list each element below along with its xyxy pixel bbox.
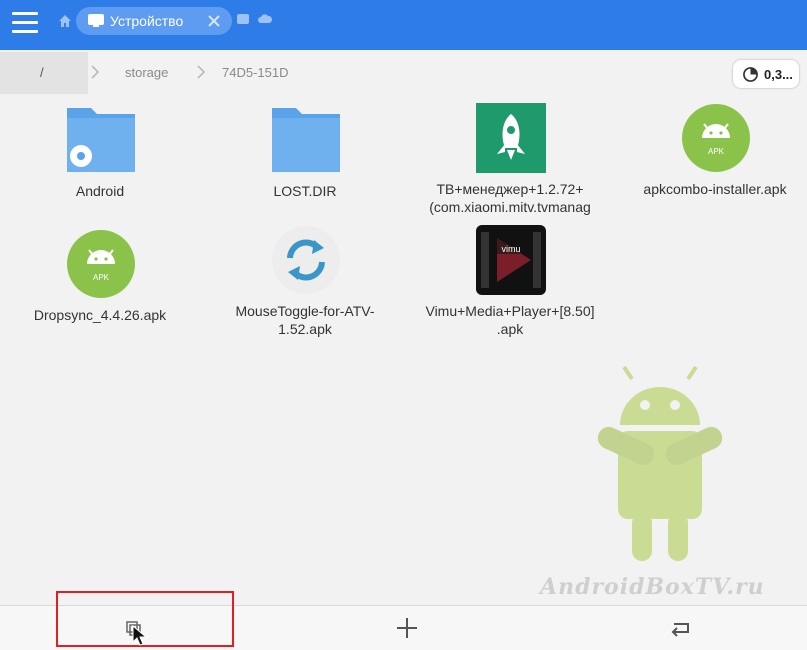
chevron-right-icon — [197, 65, 206, 79]
breadcrumb-root[interactable]: / — [0, 52, 88, 94]
back-icon[interactable] — [666, 614, 696, 642]
file-item-android[interactable]: Android — [0, 104, 200, 204]
pie-chart-icon — [743, 67, 758, 82]
android-apk-icon: APK — [682, 104, 750, 172]
android-mascot-image — [597, 365, 723, 561]
rocket-app-icon — [476, 103, 546, 173]
file-item-dropsync[interactable]: APK Dropsync_4.4.26.apk — [0, 228, 200, 328]
file-name: Vimu+Media+Player+[8.50] .apk — [425, 303, 595, 337]
file-name: LOST.DIR — [273, 183, 337, 199]
file-name: Dropsync_4.4.26.apk — [33, 307, 167, 323]
file-item-tv-manager[interactable]: ТВ+менеджер+1.2.72+ (com.xiaomi.mitv.tvm… — [410, 102, 610, 215]
android-apk-icon: APK — [67, 230, 135, 298]
breadcrumb: / storage 74D5-151D 0,3... — [0, 52, 807, 94]
svg-text:APK: APK — [93, 273, 110, 282]
file-name: Android — [75, 183, 125, 199]
file-item-lost-dir[interactable]: LOST.DIR — [205, 104, 405, 204]
refresh-circle-icon — [272, 226, 340, 294]
svg-text:APK: APK — [708, 147, 725, 156]
watermark-text: AndroidBoxTV.ru — [540, 574, 765, 600]
file-name: apkcombo-installer.apk — [643, 181, 787, 197]
window-icon[interactable] — [237, 14, 249, 24]
tab-device-label: Устройство — [110, 13, 184, 29]
svg-text:vimu: vimu — [501, 244, 520, 254]
home-icon[interactable] — [58, 14, 72, 28]
menu-icon[interactable] — [12, 10, 40, 36]
close-icon[interactable] — [207, 14, 221, 28]
add-icon[interactable] — [392, 614, 422, 642]
storage-usage-value: 0,3... — [764, 67, 793, 82]
file-name: ТВ+менеджер+1.2.72+ (com.xiaomi.mitv.tvm… — [429, 181, 591, 215]
file-item-vimu[interactable]: vimu Vimu+Media+Player+[8.50] .apk — [410, 224, 610, 344]
mouse-cursor-icon — [132, 625, 148, 646]
file-name: MouseToggle-for-ATV- 1.52.apk — [235, 303, 375, 337]
vimu-app-icon: vimu — [476, 225, 546, 295]
file-item-mousetoggle[interactable]: MouseToggle-for-ATV- 1.52.apk — [205, 224, 405, 344]
storage-usage-button[interactable]: 0,3... — [733, 60, 799, 88]
folder-settings-icon — [67, 108, 135, 172]
cloud-icon[interactable] — [258, 14, 272, 24]
folder-icon — [272, 108, 340, 172]
device-icon — [88, 14, 104, 27]
top-bar: Устройство — [0, 0, 807, 50]
file-item-apkcombo[interactable]: APK apkcombo-installer.apk — [615, 102, 807, 202]
chevron-right-icon — [91, 65, 100, 79]
breadcrumb-volume[interactable]: 74D5-151D — [222, 65, 289, 80]
breadcrumb-storage[interactable]: storage — [125, 65, 168, 80]
